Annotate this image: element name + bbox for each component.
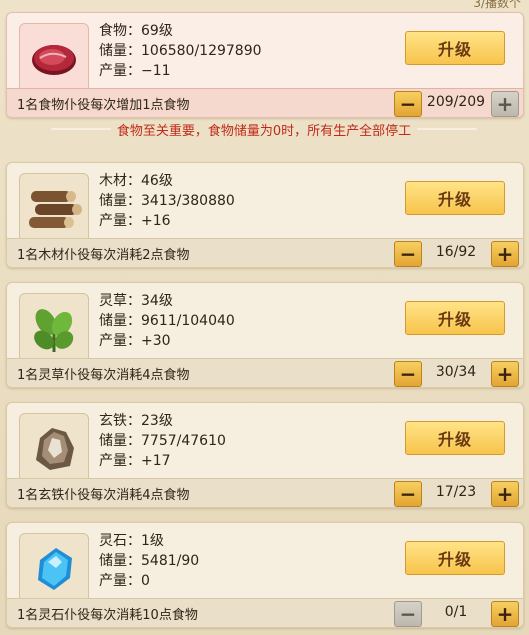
warning-text: 食物至关重要，食物储量为0时，所有生产全部停工 (116, 123, 412, 139)
worker-description: 1名木材仆役每次消耗2点食物 (17, 248, 190, 263)
decrease-workers-button[interactable]: − (394, 601, 422, 627)
increase-workers-button[interactable]: + (491, 361, 519, 387)
resource-card-iron: 玄铁：23级 储量：7757/47610 产量：+17 升级 1名玄铁仆役每次消… (6, 402, 524, 508)
resource-storage: 储量：106580/1297890 (99, 43, 262, 59)
divider-left (50, 128, 111, 130)
upgrade-button[interactable]: 升级 (405, 301, 505, 335)
worker-count: 16/92 (435, 244, 477, 260)
upgrade-button[interactable]: 升级 (405, 181, 505, 215)
worker-bar: 1名木材仆役每次消耗2点食物 − 16/92 + (7, 238, 523, 267)
worker-count: 17/23 (435, 484, 477, 500)
worker-description: 1名食物仆役每次增加1点食物 (17, 98, 190, 113)
increase-workers-button[interactable]: + (491, 241, 519, 267)
worker-count: 209/209 (426, 94, 486, 110)
worker-bar: 1名灵草仆役每次消耗4点食物 − 30/34 + (7, 358, 523, 387)
worker-description: 1名灵石仆役每次消耗10点食物 (17, 608, 198, 623)
worker-bar: 1名玄铁仆役每次消耗4点食物 − 17/23 + (7, 478, 523, 507)
decrease-workers-button[interactable]: − (394, 241, 422, 267)
worker-bar: 1名灵石仆役每次消耗10点食物 − 0/1 + (7, 598, 523, 627)
herb-icon (19, 293, 89, 363)
resource-card-food: 食物：69级 储量：106580/1297890 产量：−11 升级 1名食物仆… (6, 12, 524, 118)
upgrade-button[interactable]: 升级 (405, 31, 505, 65)
resource-output: 产量：+16 (99, 213, 171, 229)
upgrade-button[interactable]: 升级 (405, 541, 505, 575)
resource-storage: 储量：3413/380880 (99, 193, 235, 209)
resource-output: 产量：0 (99, 573, 150, 589)
resource-level: 木材：46级 (99, 173, 173, 189)
increase-workers-button[interactable]: + (491, 601, 519, 627)
resource-output: 产量：−11 (99, 63, 171, 79)
worker-bar: 1名食物仆役每次增加1点食物 − 209/209 + (7, 88, 523, 117)
resource-output: 产量：+17 (99, 453, 171, 469)
resource-level: 灵草：34级 (99, 293, 173, 309)
worker-description: 1名灵草仆役每次消耗4点食物 (17, 368, 190, 383)
resource-card-herb: 灵草：34级 储量：9611/104040 产量：+30 升级 1名灵草仆役每次… (6, 282, 524, 388)
decrease-workers-button[interactable]: − (394, 91, 422, 117)
upgrade-button[interactable]: 升级 (405, 421, 505, 455)
decrease-workers-button[interactable]: − (394, 481, 422, 507)
divider-right (417, 128, 478, 130)
food-warning: 食物至关重要，食物储量为0时，所有生产全部停工 (6, 119, 522, 139)
header-hint: 3/播数个 (473, 0, 521, 10)
decrease-workers-button[interactable]: − (394, 361, 422, 387)
iron-ore-icon (19, 413, 89, 483)
worker-count: 0/1 (444, 604, 468, 620)
spirit-stone-icon (19, 533, 89, 603)
resource-output: 产量：+30 (99, 333, 171, 349)
worker-count: 30/34 (435, 364, 477, 380)
resource-card-wood: 木材：46级 储量：3413/380880 产量：+16 升级 1名木材仆役每次… (6, 162, 524, 268)
resource-level: 食物：69级 (99, 23, 173, 39)
wood-logs-icon (19, 173, 89, 243)
resource-storage: 储量：5481/90 (99, 553, 200, 569)
resource-level: 玄铁：23级 (99, 413, 173, 429)
meat-icon (19, 23, 89, 93)
worker-description: 1名玄铁仆役每次消耗4点食物 (17, 488, 190, 503)
resource-storage: 储量：7757/47610 (99, 433, 226, 449)
resource-storage: 储量：9611/104040 (99, 313, 235, 329)
increase-workers-button[interactable]: + (491, 481, 519, 507)
increase-workers-button[interactable]: + (491, 91, 519, 117)
resource-card-spirit-stone: 灵石：1级 储量：5481/90 产量：0 升级 1名灵石仆役每次消耗10点食物… (6, 522, 524, 628)
resource-level: 灵石：1级 (99, 533, 164, 549)
